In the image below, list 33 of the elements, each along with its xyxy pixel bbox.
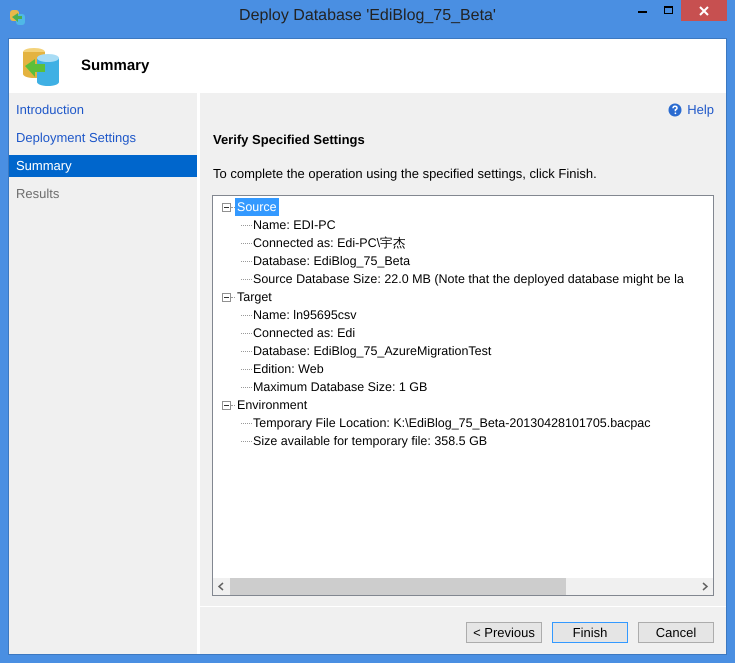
horizontal-scrollbar[interactable] bbox=[213, 578, 713, 595]
tree-leaf[interactable]: Size available for temporary file: 358.5 GB bbox=[253, 432, 488, 450]
tree-leaf[interactable]: Edition: Web bbox=[253, 360, 324, 378]
wizard-button[interactable]: Finish bbox=[552, 622, 628, 643]
section-heading: Verify Specified Settings bbox=[213, 131, 366, 149]
collapse-toggle-icon[interactable] bbox=[222, 400, 231, 410]
window-title: Deploy Database 'EdiBlog_75_Beta' bbox=[239, 6, 496, 26]
tree-leaf[interactable]: Database: EdiBlog_75_AzureMigrationTest bbox=[253, 342, 492, 360]
page-title: Summary bbox=[81, 56, 150, 76]
database-icon bbox=[9, 8, 27, 26]
help-icon[interactable] bbox=[668, 103, 682, 117]
help-link[interactable]: Help bbox=[687, 100, 714, 120]
tree-node[interactable]: Target bbox=[235, 288, 274, 306]
description-text: To complete the operation using the specified settings, click Finish. bbox=[213, 164, 598, 183]
sidebar-item[interactable]: Summary bbox=[9, 155, 197, 177]
tree-leaf[interactable]: Source Database Size: 22.0 MB (Note that the deployed database might be la bbox=[253, 270, 684, 288]
close-button[interactable] bbox=[681, 0, 727, 21]
tree-leaf[interactable]: Name: EDI-PC bbox=[253, 216, 336, 234]
scrollbar-thumb[interactable] bbox=[230, 578, 566, 595]
sidebar-item[interactable]: Deployment Settings bbox=[9, 127, 197, 149]
collapse-toggle-icon[interactable] bbox=[222, 292, 231, 302]
wizard-button[interactable]: Cancel bbox=[638, 622, 714, 643]
close-icon bbox=[699, 6, 709, 16]
tree-leaf[interactable]: Database: EdiBlog_75_Beta bbox=[253, 252, 410, 270]
wizard-button[interactable]: < Previous bbox=[466, 622, 542, 643]
sidebar-item[interactable]: Introduction bbox=[9, 99, 197, 121]
tree-leaf[interactable]: Connected as: Edi bbox=[253, 324, 356, 342]
collapse-toggle-icon[interactable] bbox=[222, 202, 231, 212]
tree-leaf[interactable]: Name: ln95695csv bbox=[253, 306, 357, 324]
tree-leaf[interactable]: Temporary File Location: K:\EdiBlog_75_Beta-20130428101705.bacpac bbox=[253, 414, 650, 432]
tree-node[interactable]: Environment bbox=[235, 396, 310, 414]
tree-leaf[interactable]: Connected as: Edi-PC\宇杰 bbox=[253, 234, 406, 252]
tree-leaf[interactable]: Maximum Database Size: 1 GB bbox=[253, 378, 428, 396]
